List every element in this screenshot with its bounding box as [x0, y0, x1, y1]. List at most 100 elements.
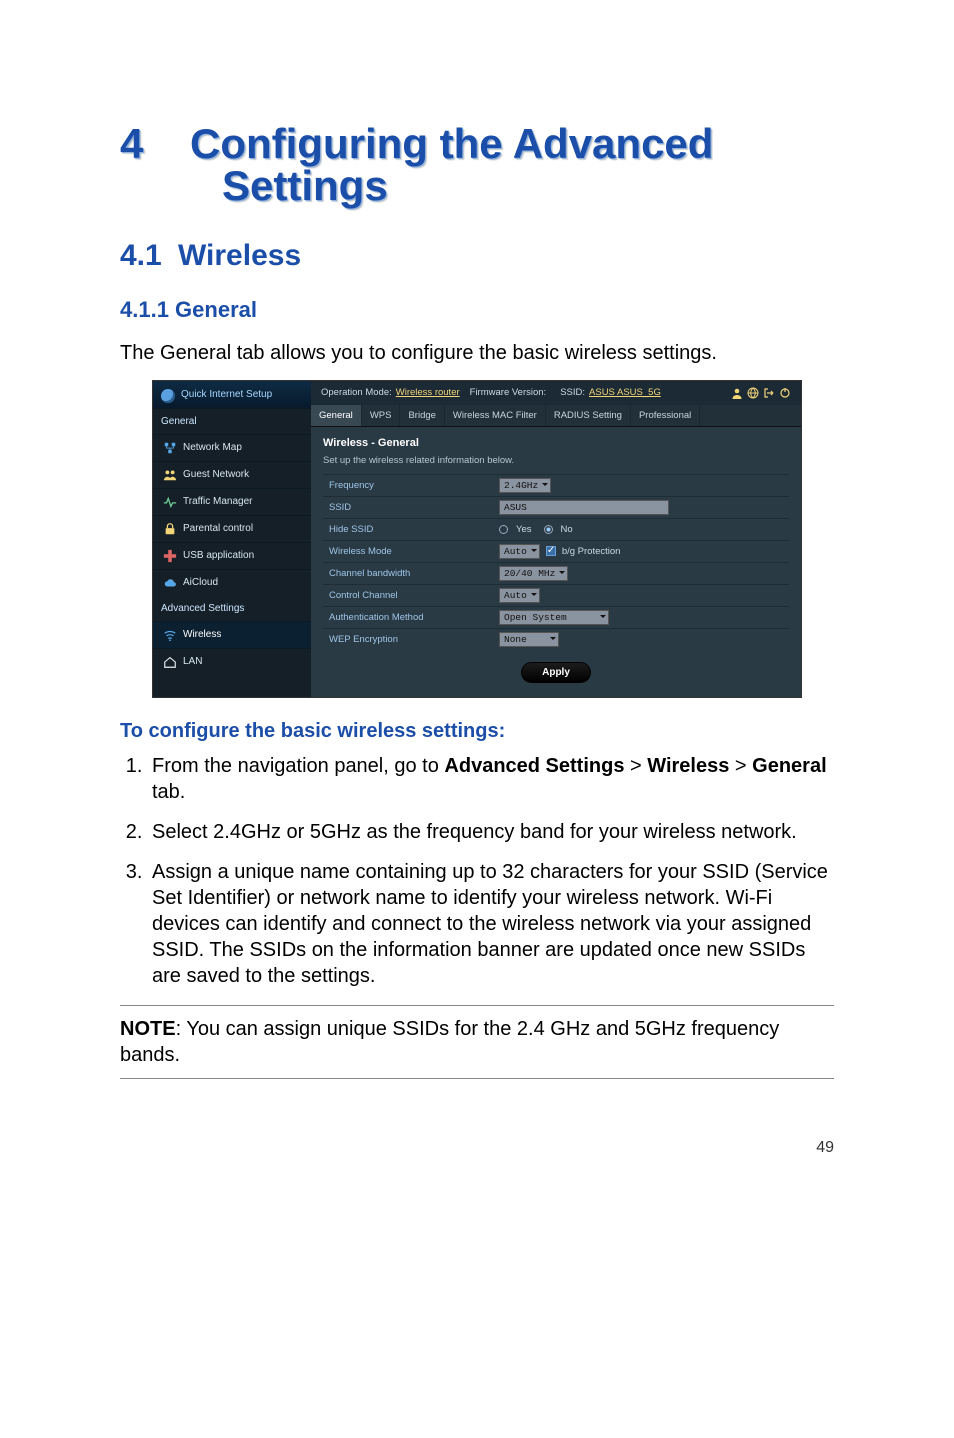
opmode-label: Operation Mode:	[321, 387, 392, 398]
sidebar-item-label: Parental control	[183, 523, 253, 534]
sidebar-item-aicloud[interactable]: AiCloud	[153, 569, 311, 596]
sidebar-item-usb-application[interactable]: USB application	[153, 542, 311, 569]
auth-method-select[interactable]: Open System	[499, 610, 609, 625]
bg-protection-checkbox[interactable]	[546, 546, 556, 556]
sidebar-item-label: LAN	[183, 656, 202, 667]
sidebar-item-label: Guest Network	[183, 469, 249, 480]
sidebar: Quick Internet Setup General Network Map…	[153, 381, 311, 697]
settings-panel: Wireless - General Set up the wireless r…	[311, 427, 801, 697]
ssid-label: SSID:	[560, 387, 585, 398]
note-box: NOTE: You can assign unique SSIDs for th…	[120, 1005, 834, 1079]
section-number: 4.1	[120, 239, 178, 273]
sidebar-item-label: Traffic Manager	[183, 496, 252, 507]
plus-icon	[163, 549, 177, 563]
step-text: >	[624, 755, 647, 777]
sidebar-section-advanced: Advanced Settings	[153, 596, 311, 621]
sidebar-item-label: AiCloud	[183, 577, 218, 588]
wifi-icon	[163, 628, 177, 642]
frequency-select[interactable]: 2.4GHz	[499, 478, 551, 493]
subsection-heading: 4.1.1 General	[120, 297, 834, 323]
wep-encryption-label: WEP Encryption	[323, 630, 493, 649]
note-text: : You can assign unique SSIDs for the 2.…	[120, 1018, 779, 1066]
sidebar-item-wireless[interactable]: Wireless	[153, 621, 311, 648]
ssid-link[interactable]: ASUS ASUS_5G	[589, 387, 661, 398]
tab-general[interactable]: General	[311, 405, 362, 426]
chapter-title-line2: Settings	[222, 162, 834, 210]
control-channel-select[interactable]: Auto	[499, 588, 540, 603]
hide-ssid-yes-radio[interactable]	[499, 525, 508, 534]
chapter-title: 4Configuring the Advanced Settings	[120, 120, 834, 211]
wireless-mode-label: Wireless Mode	[323, 542, 493, 561]
step-3: Assign a unique name containing up to 32…	[148, 859, 834, 989]
chapter-number: 4	[120, 120, 190, 168]
pulse-icon	[163, 495, 177, 509]
home-icon	[163, 655, 177, 669]
row-ssid: SSID ASUS	[323, 496, 789, 518]
router-ui-screenshot: Quick Internet Setup General Network Map…	[152, 380, 802, 698]
panel-subtitle: Set up the wireless related information …	[323, 455, 789, 466]
sidebar-item-label: Network Map	[183, 442, 242, 453]
sidebar-item-traffic-manager[interactable]: Traffic Manager	[153, 488, 311, 515]
channel-bandwidth-select[interactable]: 20/40 MHz	[499, 566, 568, 581]
sidebar-quick-internet-setup[interactable]: Quick Internet Setup	[153, 381, 311, 409]
panel-title: Wireless - General	[323, 437, 789, 449]
row-auth-method: Authentication Method Open System	[323, 606, 789, 628]
tab-bridge[interactable]: Bridge	[400, 405, 444, 426]
sidebar-section-general: General	[153, 409, 311, 434]
cloud-icon	[163, 576, 177, 590]
user-icon[interactable]	[731, 387, 743, 399]
globe-icon[interactable]	[747, 387, 759, 399]
ssid-row-label: SSID	[323, 498, 493, 517]
network-icon	[163, 441, 177, 455]
bg-protection-label: b/g Protection	[562, 546, 621, 557]
sidebar-item-label: Wireless	[183, 629, 221, 640]
auth-method-label: Authentication Method	[323, 608, 493, 627]
tab-mac-filter[interactable]: Wireless MAC Filter	[445, 405, 546, 426]
hide-ssid-no-radio[interactable]	[544, 525, 553, 534]
sidebar-item-label: USB application	[183, 550, 254, 561]
sidebar-item-network-map[interactable]: Network Map	[153, 434, 311, 461]
hide-ssid-label: Hide SSID	[323, 520, 493, 539]
no-label: No	[561, 524, 573, 535]
info-banner: Operation Mode: Wireless router Firmware…	[311, 381, 801, 405]
channel-bandwidth-label: Channel bandwidth	[323, 564, 493, 583]
sidebar-item-lan[interactable]: LAN	[153, 648, 311, 675]
step-bold: Wireless	[647, 755, 729, 777]
row-channel-bandwidth: Channel bandwidth 20/40 MHz	[323, 562, 789, 584]
sidebar-item-guest-network[interactable]: Guest Network	[153, 461, 311, 488]
step-text: tab.	[152, 781, 185, 803]
step-bold: Advanced Settings	[444, 755, 624, 777]
steps-list: From the navigation panel, go to Advance…	[120, 753, 834, 989]
procedure-heading: To configure the basic wireless settings…	[120, 720, 834, 743]
opmode-link[interactable]: Wireless router	[396, 387, 460, 398]
row-wep-encryption: WEP Encryption None	[323, 628, 789, 650]
step-text: From the navigation panel, go to	[152, 755, 444, 777]
ssid-input[interactable]: ASUS	[499, 500, 669, 515]
apply-button[interactable]: Apply	[521, 662, 591, 683]
control-channel-label: Control Channel	[323, 586, 493, 605]
section-title: Wireless	[178, 239, 301, 272]
wep-encryption-select[interactable]: None	[499, 632, 559, 647]
frequency-label: Frequency	[323, 476, 493, 495]
reboot-icon[interactable]	[779, 387, 791, 399]
sidebar-item-parental-control[interactable]: Parental control	[153, 515, 311, 542]
tabs: General WPS Bridge Wireless MAC Filter R…	[311, 405, 801, 427]
step-1: From the navigation panel, go to Advance…	[148, 753, 834, 805]
row-control-channel: Control Channel Auto	[323, 584, 789, 606]
firmware-label: Firmware Version:	[470, 387, 547, 398]
tab-wps[interactable]: WPS	[362, 405, 401, 426]
tab-professional[interactable]: Professional	[631, 405, 700, 426]
lock-icon	[163, 522, 177, 536]
qis-label: Quick Internet Setup	[181, 389, 303, 400]
row-frequency: Frequency 2.4GHz	[323, 474, 789, 496]
tab-radius[interactable]: RADIUS Setting	[546, 405, 631, 426]
step-text: >	[729, 755, 752, 777]
wireless-mode-select[interactable]: Auto	[499, 544, 540, 559]
logout-icon[interactable]	[763, 387, 775, 399]
main-panel: Operation Mode: Wireless router Firmware…	[311, 381, 801, 697]
step-2: Select 2.4GHz or 5GHz as the frequency b…	[148, 819, 834, 845]
section-heading: 4.1Wireless	[120, 239, 834, 273]
note-label: NOTE	[120, 1018, 176, 1040]
banner-icons	[731, 387, 791, 399]
page-number: 49	[120, 1139, 834, 1157]
